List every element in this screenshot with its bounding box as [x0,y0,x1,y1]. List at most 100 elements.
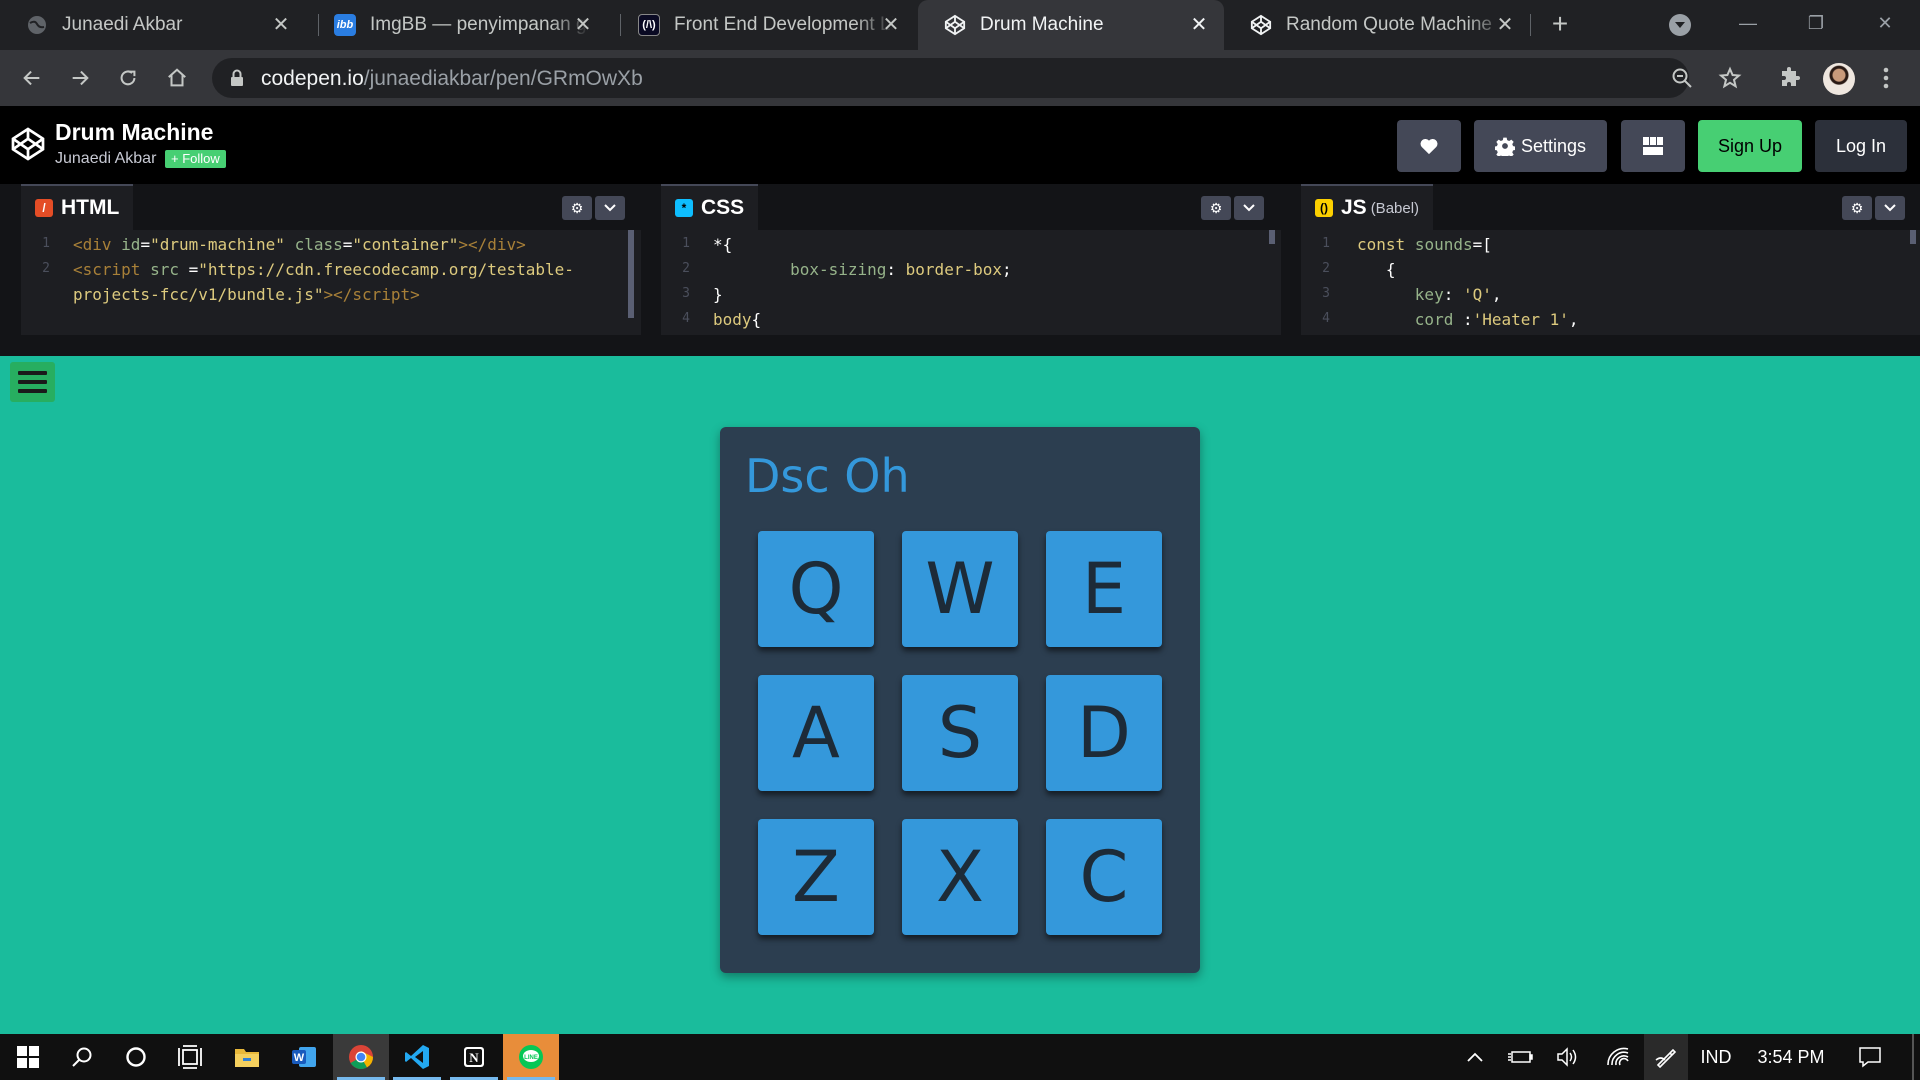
action-center-icon[interactable] [1850,1034,1890,1080]
js-editor-panel[interactable]: () JS (Babel) ⚙ 1 2 3 4 const sounds=[ {… [1301,184,1920,335]
panel-collapse-button[interactable] [1234,196,1264,220]
codepen-logo-icon[interactable] [10,126,46,162]
line-number: 4 [1322,311,1330,326]
windows-taskbar: W N LINE IND 3:54 PM [0,1034,1920,1080]
show-desktop-button[interactable] [1912,1034,1914,1080]
close-tab-icon[interactable]: ✕ [572,14,594,36]
menu-hamburger-icon[interactable] [10,362,55,402]
love-button[interactable] [1397,120,1461,172]
browser-tab-strip: Junaedi Akbar ✕ ibb ImgBB — penyimpanan … [0,0,1920,50]
panel-collapse-button[interactable] [595,196,625,220]
tab-random-quote[interactable]: Random Quote Machine ✕ [1224,0,1530,50]
tab-title: Front End Development Libraries [674,14,894,35]
minimize-icon[interactable]: — [1723,8,1773,38]
close-tab-icon[interactable]: ✕ [880,14,902,36]
reload-icon[interactable] [111,61,145,95]
volume-icon[interactable] [1548,1034,1588,1080]
line-number: 4 [682,311,690,326]
tab-drum-machine[interactable]: Drum Machine ✕ [918,0,1224,50]
tab-search-icon[interactable] [1669,14,1691,36]
js-icon: () [1315,199,1333,217]
panel-settings-button[interactable]: ⚙ [562,196,592,220]
css-panel-tab: * CSS [661,184,759,230]
zoom-icon[interactable] [1670,66,1694,90]
back-icon[interactable] [15,61,49,95]
panel-title: HTML [61,196,120,219]
notion-icon[interactable]: N [446,1034,502,1080]
css-editor-panel[interactable]: * CSS ⚙ 1 2 3 4 *{ box-sizing: border-bo… [661,184,1281,335]
settings-button[interactable]: Settings [1474,120,1607,172]
file-explorer-icon[interactable] [219,1034,275,1080]
chrome-icon[interactable] [333,1034,389,1080]
close-tab-icon[interactable]: ✕ [1494,14,1516,36]
show-hidden-icons[interactable] [1455,1034,1495,1080]
bookmark-star-icon[interactable] [1713,61,1747,95]
pen-workspace-icon[interactable] [1644,1034,1688,1080]
forward-icon[interactable] [63,61,97,95]
codepen-icon [1250,14,1272,36]
drum-pad-a[interactable]: A [758,675,874,791]
drum-pad-c[interactable]: C [1046,819,1162,935]
tab-front-end-dev[interactable]: (/\) Front End Development Libraries ✕ [612,0,916,50]
search-icon[interactable] [54,1034,110,1080]
sign-up-button[interactable]: Sign Up [1698,120,1802,172]
lock-icon [231,69,243,86]
menu-kebab-icon[interactable] [1869,61,1903,95]
address-bar[interactable]: codepen.io/junaediakbar/pen/GRmOwXb [212,58,1692,98]
line-app-icon[interactable]: LINE [503,1034,559,1080]
pen-title[interactable]: Drum Machine [55,119,213,146]
line-number: 2 [1322,261,1330,276]
follow-button[interactable]: + Follow [165,150,226,168]
drum-pad-q[interactable]: Q [758,531,874,647]
drum-pad-z[interactable]: Z [758,819,874,935]
home-icon[interactable] [160,61,194,95]
language-indicator[interactable]: IND [1694,1034,1738,1080]
close-tab-icon[interactable]: ✕ [270,14,292,36]
code-line: body{ [713,310,762,329]
scrollbar[interactable] [628,230,634,318]
html-code[interactable]: 1 2 <div id="drum-machine" class="contai… [21,230,641,335]
scrollbar[interactable] [1910,230,1916,244]
extensions-icon[interactable] [1773,61,1807,95]
restore-icon[interactable]: ❐ [1791,8,1841,38]
layout-icon [1643,137,1663,155]
panel-collapse-button[interactable] [1875,196,1905,220]
change-view-button[interactable] [1621,120,1685,172]
css-code[interactable]: 1 2 3 4 *{ box-sizing: border-box; } bod… [661,230,1281,335]
pen-author[interactable]: Junaedi Akbar [55,150,156,168]
code-line: key: 'Q', [1414,285,1502,304]
result-preview: Dsc Oh Q W E A S D Z X C [0,356,1920,1034]
vscode-icon[interactable] [389,1034,445,1080]
tab-junaedi-akbar[interactable]: Junaedi Akbar ✕ [0,0,306,50]
battery-icon[interactable] [1500,1034,1540,1080]
js-panel-tab: () JS (Babel) [1301,184,1434,230]
close-window-icon[interactable]: ✕ [1860,8,1910,38]
cortana-icon[interactable] [108,1034,164,1080]
html-editor-panel[interactable]: / HTML ⚙ 1 2 <div id="drum-machine" clas… [21,184,641,335]
code-line: projects-fcc/v1/bundle.js"></script> [73,285,420,304]
tab-imgbb[interactable]: ibb ImgBB — penyimpanan gambar ✕ [308,0,608,50]
js-code[interactable]: 1 2 3 4 const sounds=[ { key: 'Q', cord … [1301,230,1920,335]
scrollbar[interactable] [1269,230,1275,244]
log-in-button[interactable]: Log In [1815,120,1907,172]
new-tab-button[interactable]: + [1547,10,1573,38]
windows-start-icon[interactable] [0,1034,56,1080]
task-view-icon[interactable] [162,1034,218,1080]
word-icon[interactable]: W [276,1034,332,1080]
clock[interactable]: 3:54 PM [1748,1034,1834,1080]
panel-settings-button[interactable]: ⚙ [1842,196,1872,220]
drum-pad-w[interactable]: W [902,531,1018,647]
panel-settings-button[interactable]: ⚙ [1201,196,1231,220]
line-number: 3 [1322,286,1330,301]
code-line: <div id="drum-machine" class="container"… [73,235,526,254]
drum-pad-x[interactable]: X [902,819,1018,935]
drum-pad-d[interactable]: D [1046,675,1162,791]
network-icon[interactable] [1598,1034,1638,1080]
close-tab-icon[interactable]: ✕ [1188,14,1210,36]
drum-pad-e[interactable]: E [1046,531,1162,647]
css-icon: * [675,199,693,217]
profile-avatar[interactable] [1823,63,1855,95]
drum-pad-s[interactable]: S [902,675,1018,791]
line-number: 1 [42,236,50,251]
url-text: codepen.io/junaediakbar/pen/GRmOwXb [261,67,643,91]
